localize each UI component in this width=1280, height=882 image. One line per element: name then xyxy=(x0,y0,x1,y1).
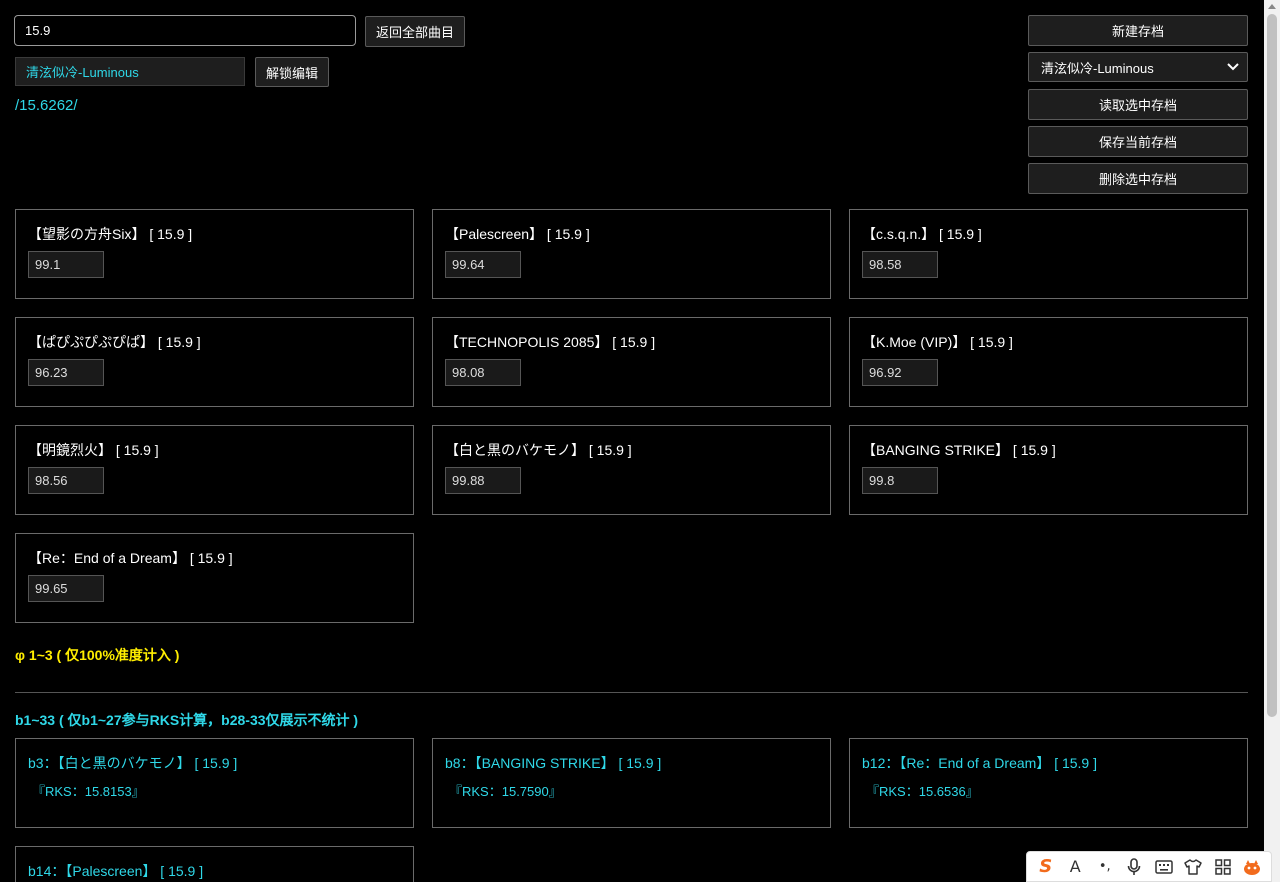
song-title: 【明鏡烈火】 [ 15.9 ] xyxy=(28,442,159,458)
accuracy-input[interactable] xyxy=(445,359,521,386)
ime-punct-icon[interactable]: •, xyxy=(1094,856,1116,878)
song-title: 【ぱぴぷぴぷぴぱ】 [ 15.9 ] xyxy=(28,334,201,350)
save-select[interactable]: 清泫似冷-Luminous xyxy=(1028,52,1248,82)
accuracy-input[interactable] xyxy=(28,251,104,278)
song-card: 【明鏡烈火】 [ 15.9 ] xyxy=(15,425,414,515)
mascot-icon[interactable] xyxy=(1241,856,1263,878)
song-card: 【Palescreen】 [ 15.9 ] xyxy=(432,209,831,299)
best-card-title: b8：【BANGING STRIKE】 [ 15.9 ] xyxy=(445,755,662,771)
accuracy-input[interactable] xyxy=(445,467,521,494)
song-card: 【望影の方舟Six】 [ 15.9 ] xyxy=(15,209,414,299)
best-card-rks: 『RKS：15.7590』 xyxy=(449,784,562,799)
song-title: 【TECHNOPOLIS 2085】 [ 15.9 ] xyxy=(445,334,656,350)
ime-font-icon[interactable]: A xyxy=(1064,856,1086,878)
accuracy-input[interactable] xyxy=(28,467,104,494)
song-title: 【BANGING STRIKE】 [ 15.9 ] xyxy=(862,442,1056,458)
page: 返回全部曲目 清泫似冷-Luminous 解锁编辑 /15.6262/ 新建存档… xyxy=(0,0,1280,882)
scroll-up-icon[interactable] xyxy=(1268,4,1276,9)
new-save-button[interactable]: 新建存档 xyxy=(1028,15,1248,46)
ime-toolbar: S A •, xyxy=(1026,851,1272,882)
unlock-edit-button[interactable]: 解锁编辑 xyxy=(255,57,329,87)
best-card: b8：【BANGING STRIKE】 [ 15.9 ] 『RKS：15.759… xyxy=(432,738,831,828)
best-card-title: b3：【白と黒のバケモノ】 [ 15.9 ] xyxy=(28,755,238,771)
song-title: 【Palescreen】 [ 15.9 ] xyxy=(445,226,590,242)
back-to-all-button[interactable]: 返回全部曲目 xyxy=(365,16,465,47)
accuracy-input[interactable] xyxy=(445,251,521,278)
accuracy-input[interactable] xyxy=(862,359,938,386)
song-card: 【白と黒のバケモノ】 [ 15.9 ] xyxy=(432,425,831,515)
load-save-button[interactable]: 读取选中存档 xyxy=(1028,89,1248,120)
average-rks: /15.6262/ xyxy=(15,97,78,114)
song-card: 【c.s.q.n.】 [ 15.9 ] xyxy=(849,209,1248,299)
song-card: 【BANGING STRIKE】 [ 15.9 ] xyxy=(849,425,1248,515)
mic-icon[interactable] xyxy=(1123,856,1145,878)
best-card-title: b14：【Palescreen】 [ 15.9 ] xyxy=(28,863,204,879)
best-card: b3：【白と黒のバケモノ】 [ 15.9 ] 『RKS：15.8153』 xyxy=(15,738,414,828)
song-title: 【白と黒のバケモノ】 [ 15.9 ] xyxy=(445,442,632,458)
scrollbar[interactable] xyxy=(1264,0,1280,882)
best-card-title: b12：【Re：End of a Dream】 [ 15.9 ] xyxy=(862,755,1097,771)
song-title: 【望影の方舟Six】 [ 15.9 ] xyxy=(28,226,193,242)
save-select-value: 清泫似冷-Luminous xyxy=(1041,60,1154,76)
best-section-heading: b1~33 ( 仅b1~27参与RKS计算，b28-33仅展示不统计 ) xyxy=(15,712,359,728)
song-card: 【Re：End of a Dream】 [ 15.9 ] xyxy=(15,533,414,623)
store-save-button[interactable]: 保存当前存档 xyxy=(1028,126,1248,157)
accuracy-input[interactable] xyxy=(28,575,104,602)
shirt-icon[interactable] xyxy=(1182,856,1204,878)
ime-logo-icon[interactable]: S xyxy=(1035,856,1057,878)
phi-section-heading: φ 1~3 ( 仅100%准度计入 ) xyxy=(15,647,180,663)
accuracy-input[interactable] xyxy=(862,467,938,494)
delete-save-button[interactable]: 删除选中存档 xyxy=(1028,163,1248,194)
player-name-field[interactable]: 清泫似冷-Luminous xyxy=(15,57,245,86)
song-title: 【c.s.q.n.】 [ 15.9 ] xyxy=(862,226,982,242)
grid-icon[interactable] xyxy=(1212,856,1234,878)
best-card: b12：【Re：End of a Dream】 [ 15.9 ] 『RKS：15… xyxy=(849,738,1248,828)
song-card: 【ぱぴぷぴぷぴぱ】 [ 15.9 ] xyxy=(15,317,414,407)
song-card: 【TECHNOPOLIS 2085】 [ 15.9 ] xyxy=(432,317,831,407)
best-card-rks: 『RKS：15.6536』 xyxy=(866,784,979,799)
song-card: 【K.Moe (VIP)】 [ 15.9 ] xyxy=(849,317,1248,407)
accuracy-input[interactable] xyxy=(28,359,104,386)
keyboard-icon[interactable] xyxy=(1153,856,1175,878)
best-card-rks: 『RKS：15.8153』 xyxy=(32,784,145,799)
best-card: b14：【Palescreen】 [ 15.9 ] xyxy=(15,846,414,882)
accuracy-input[interactable] xyxy=(862,251,938,278)
search-input[interactable] xyxy=(14,15,356,46)
song-title: 【Re：End of a Dream】 [ 15.9 ] xyxy=(28,550,233,566)
chevron-down-icon xyxy=(1227,63,1239,71)
scroll-thumb[interactable] xyxy=(1267,14,1277,717)
song-title: 【K.Moe (VIP)】 [ 15.9 ] xyxy=(862,334,1013,350)
section-divider xyxy=(15,692,1248,693)
